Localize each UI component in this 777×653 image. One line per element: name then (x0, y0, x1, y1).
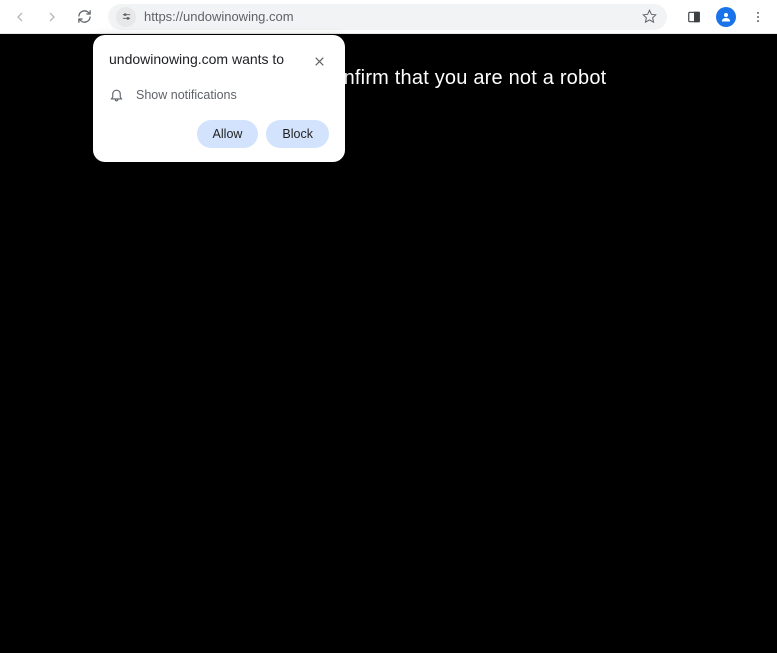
browser-toolbar: https://undowinowing.com (0, 0, 777, 34)
address-bar[interactable]: https://undowinowing.com (108, 4, 667, 30)
close-icon (313, 55, 326, 68)
notification-permission-bubble: undowinowing.com wants to Show notificat… (93, 35, 345, 162)
bubble-title: undowinowing.com wants to (109, 51, 284, 67)
url-text: https://undowinowing.com (144, 9, 634, 24)
tune-icon (121, 11, 132, 22)
person-icon (720, 11, 732, 23)
star-icon (642, 9, 657, 24)
dots-vertical-icon (751, 10, 765, 24)
back-button[interactable] (6, 3, 34, 31)
bell-icon (109, 87, 124, 102)
reload-button[interactable] (70, 3, 98, 31)
arrow-right-icon (44, 9, 60, 25)
allow-button[interactable]: Allow (197, 120, 259, 148)
account-button[interactable] (713, 4, 739, 30)
panel-icon (687, 10, 701, 24)
toolbar-right (681, 4, 771, 30)
bubble-close-button[interactable] (309, 51, 329, 71)
bookmark-button[interactable] (642, 9, 657, 24)
overflow-menu-button[interactable] (745, 4, 771, 30)
site-info-button[interactable] (116, 7, 136, 27)
bubble-permission-text: Show notifications (136, 88, 237, 102)
forward-button[interactable] (38, 3, 66, 31)
panel-toggle-button[interactable] (681, 4, 707, 30)
arrow-left-icon (12, 9, 28, 25)
reload-icon (77, 9, 92, 24)
block-button[interactable]: Block (266, 120, 329, 148)
